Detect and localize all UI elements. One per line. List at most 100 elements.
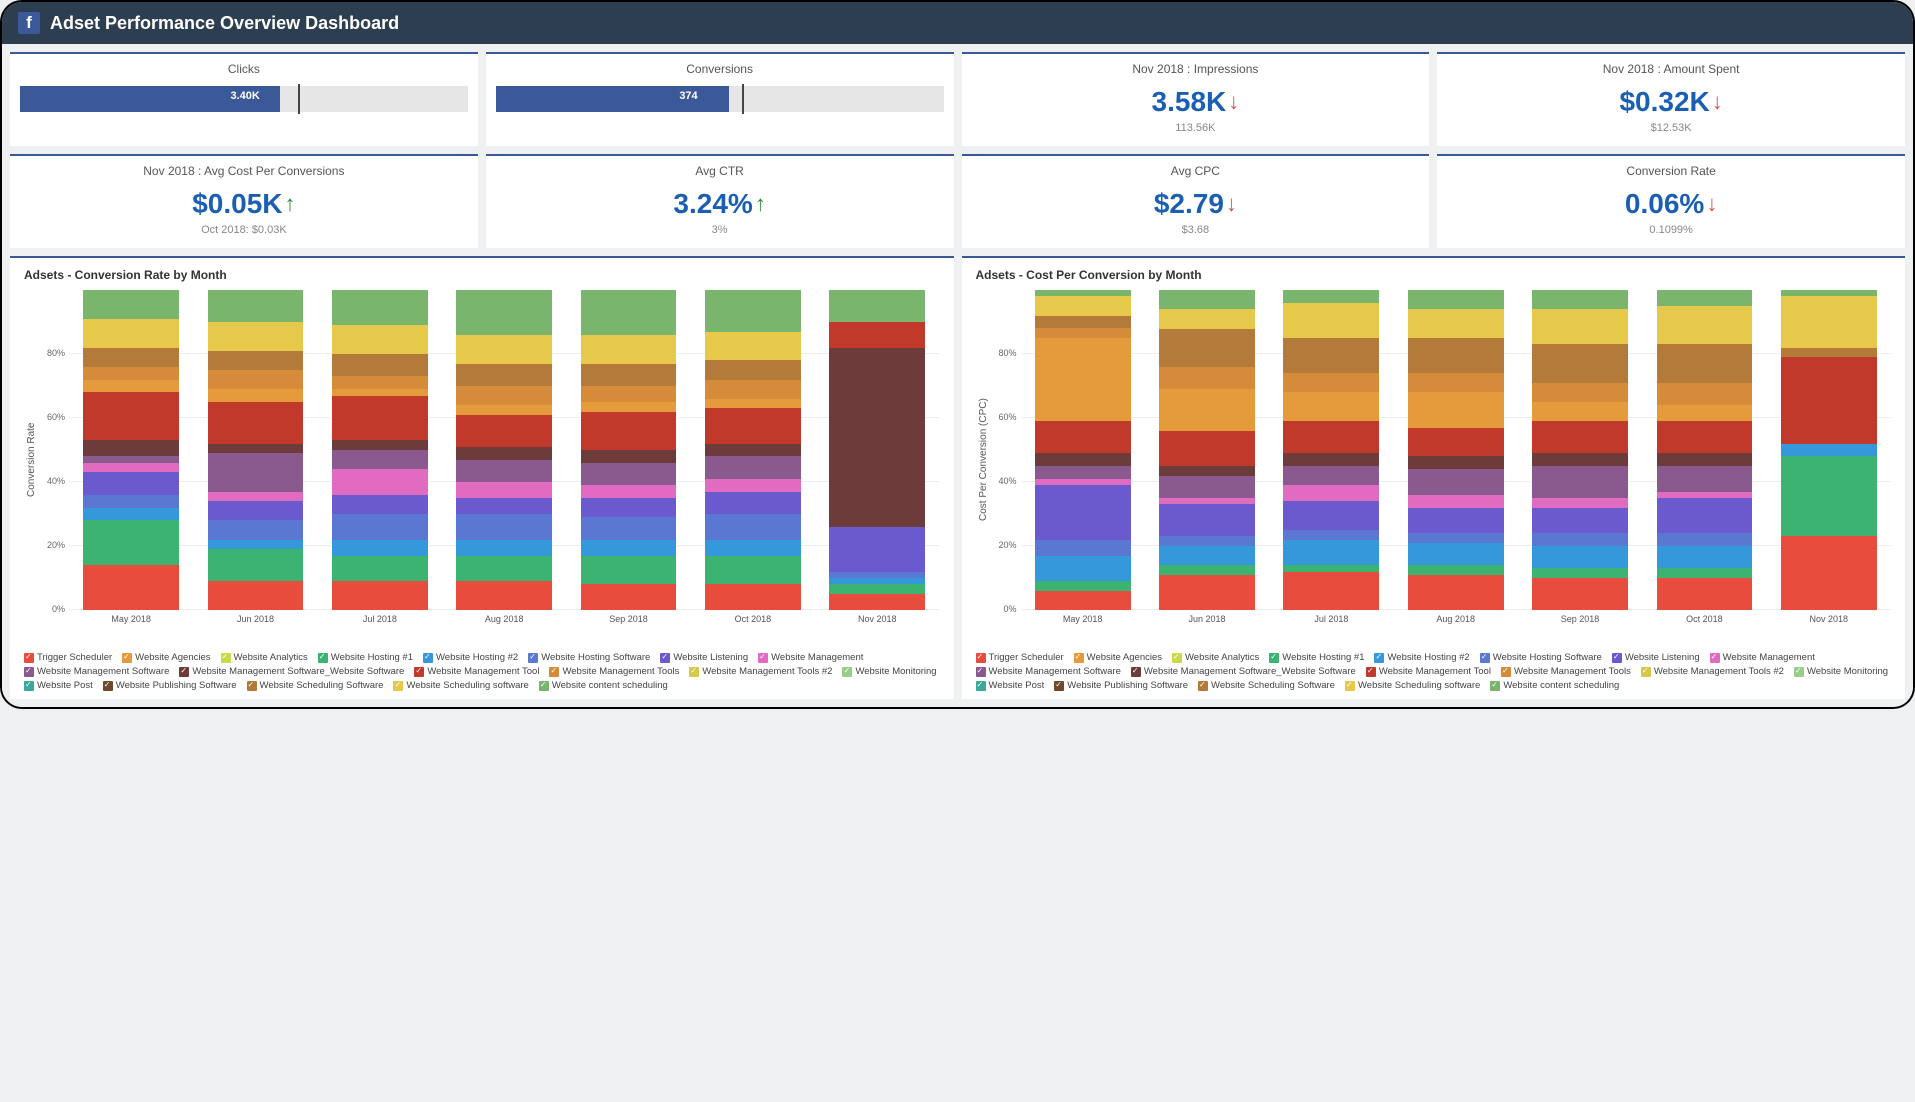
- bar-segment: [456, 364, 552, 386]
- bar-segment: [456, 482, 552, 498]
- legend-item[interactable]: Website Post: [976, 680, 1045, 691]
- legend-item[interactable]: Website Management Tool: [1366, 666, 1491, 677]
- legend-label: Website Analytics: [1185, 652, 1259, 663]
- legend-item[interactable]: Website Management Software: [976, 666, 1121, 677]
- bar-segment: [208, 501, 304, 520]
- bar-segment: [1159, 290, 1255, 309]
- legend-item[interactable]: Website Monitoring: [842, 666, 936, 677]
- legend-item[interactable]: Website Post: [24, 680, 93, 691]
- legend-item[interactable]: Website Agencies: [1074, 652, 1162, 663]
- bar-segment: [208, 492, 304, 502]
- kpi-grid: Clicks3.40KConversions374Nov 2018 : Impr…: [2, 44, 1913, 256]
- legend-label: Website Hosting #1: [1282, 652, 1364, 663]
- legend-item[interactable]: Website Management Software_Website Soft…: [1131, 666, 1356, 677]
- legend-label: Website Post: [989, 680, 1045, 691]
- legend-item[interactable]: Website Publishing Software: [1054, 680, 1188, 691]
- legend-item[interactable]: Website Management Tools #2: [689, 666, 832, 677]
- legend-item[interactable]: Website Hosting #2: [423, 652, 518, 663]
- bar-segment: [1159, 389, 1255, 431]
- bar-segment: [208, 322, 304, 351]
- bar-segment: [1283, 290, 1379, 303]
- legend-item[interactable]: Website Management: [758, 652, 863, 663]
- legend-swatch-icon: [660, 653, 670, 663]
- legend-label: Website Hosting #2: [1387, 652, 1469, 663]
- legend-swatch-icon: [976, 653, 986, 663]
- legend-item[interactable]: Website Listening: [660, 652, 748, 663]
- legend-label: Website Agencies: [1087, 652, 1162, 663]
- kpi-card: Nov 2018 : Avg Cost Per Conversions$0.05…: [10, 154, 478, 248]
- kpi-subtext: Oct 2018: $0.03K: [20, 224, 468, 236]
- legend-item[interactable]: Website Scheduling Software: [247, 680, 384, 691]
- legend-item[interactable]: Trigger Scheduler: [24, 652, 112, 663]
- legend-item[interactable]: Website Hosting #1: [1269, 652, 1364, 663]
- bar-segment: [1283, 303, 1379, 338]
- bar-segment: [1408, 338, 1504, 373]
- bar-segment: [1283, 540, 1379, 566]
- bar-column: Sep 2018: [1532, 290, 1628, 610]
- legend-item[interactable]: Website Agencies: [122, 652, 210, 663]
- legend-item[interactable]: Website Management: [1710, 652, 1815, 663]
- bar-segment: [1408, 309, 1504, 338]
- bar-segment: [1159, 431, 1255, 466]
- kpi-card: Conversion Rate0.06%↓0.1099%: [1437, 154, 1905, 248]
- legend-item[interactable]: Website Management Tools: [549, 666, 679, 677]
- legend-item[interactable]: Website Scheduling Software: [1198, 680, 1335, 691]
- bar-segment: [1781, 357, 1877, 443]
- bar-segment: [1657, 533, 1753, 546]
- bar-segment: [332, 450, 428, 469]
- x-tick-label: Jun 2018: [208, 610, 304, 624]
- bar-segment: [1159, 546, 1255, 565]
- kpi-card: Avg CTR3.24%↑3%: [486, 154, 954, 248]
- legend-item[interactable]: Website Management Software_Website Soft…: [179, 666, 404, 677]
- legend-label: Website Management: [1723, 652, 1815, 663]
- legend-item[interactable]: Website Publishing Software: [103, 680, 237, 691]
- legend-swatch-icon: [414, 667, 424, 677]
- legend-item[interactable]: Website Hosting #1: [318, 652, 413, 663]
- bar-segment: [705, 456, 801, 478]
- bar-segment: [705, 514, 801, 540]
- kpi-card: Nov 2018 : Amount Spent$0.32K↓$12.53K: [1437, 52, 1905, 146]
- legend-item[interactable]: Website Hosting #2: [1374, 652, 1469, 663]
- legend-item[interactable]: Website Monitoring: [1794, 666, 1888, 677]
- legend-item[interactable]: Website Analytics: [221, 652, 308, 663]
- legend-label: Website Agencies: [135, 652, 210, 663]
- kpi-title: Avg CPC: [972, 164, 1420, 178]
- bar-segment: [1408, 290, 1504, 309]
- legend-item[interactable]: Website Hosting Software: [528, 652, 650, 663]
- bar-segment: [1408, 456, 1504, 469]
- facebook-icon: f: [18, 12, 40, 34]
- arrow-down-icon: ↓: [1706, 191, 1717, 217]
- kpi-title: Conversions: [496, 62, 944, 76]
- chart-plot-area: 0%20%40%60%80%May 2018Jun 2018Jul 2018Au…: [39, 290, 940, 630]
- bar-column: Nov 2018: [829, 290, 925, 610]
- legend-item[interactable]: Website Management Tools: [1501, 666, 1631, 677]
- legend-item[interactable]: Website Management Tool: [414, 666, 539, 677]
- legend-swatch-icon: [1490, 681, 1500, 691]
- legend-swatch-icon: [179, 667, 189, 677]
- bar-segment: [208, 549, 304, 581]
- legend-item[interactable]: Website Scheduling software: [1345, 680, 1480, 691]
- legend-item[interactable]: Website Listening: [1612, 652, 1700, 663]
- bar-segment: [83, 392, 179, 440]
- legend-item[interactable]: Website Scheduling software: [393, 680, 528, 691]
- legend-swatch-icon: [976, 667, 986, 677]
- legend-item[interactable]: Trigger Scheduler: [976, 652, 1064, 663]
- bar-segment: [1657, 568, 1753, 578]
- bar-segment: [1657, 306, 1753, 344]
- legend-label: Website Listening: [1625, 652, 1700, 663]
- x-tick-label: Nov 2018: [829, 610, 925, 624]
- kpi-title: Clicks: [20, 62, 468, 76]
- legend-item[interactable]: Website Hosting Software: [1480, 652, 1602, 663]
- bar-segment: [83, 367, 179, 380]
- bar-segment: [1532, 533, 1628, 546]
- legend-item[interactable]: Website Management Software: [24, 666, 169, 677]
- bar-segment: [1035, 485, 1131, 539]
- legend-item[interactable]: Website content scheduling: [539, 680, 668, 691]
- legend-item[interactable]: Website Management Tools #2: [1641, 666, 1784, 677]
- legend-label: Website Monitoring: [1807, 666, 1888, 677]
- bar-segment: [208, 520, 304, 539]
- bar-segment: [1657, 290, 1753, 306]
- legend-item[interactable]: Website content scheduling: [1490, 680, 1619, 691]
- legend-item[interactable]: Website Analytics: [1172, 652, 1259, 663]
- kpi-card: Clicks3.40K: [10, 52, 478, 146]
